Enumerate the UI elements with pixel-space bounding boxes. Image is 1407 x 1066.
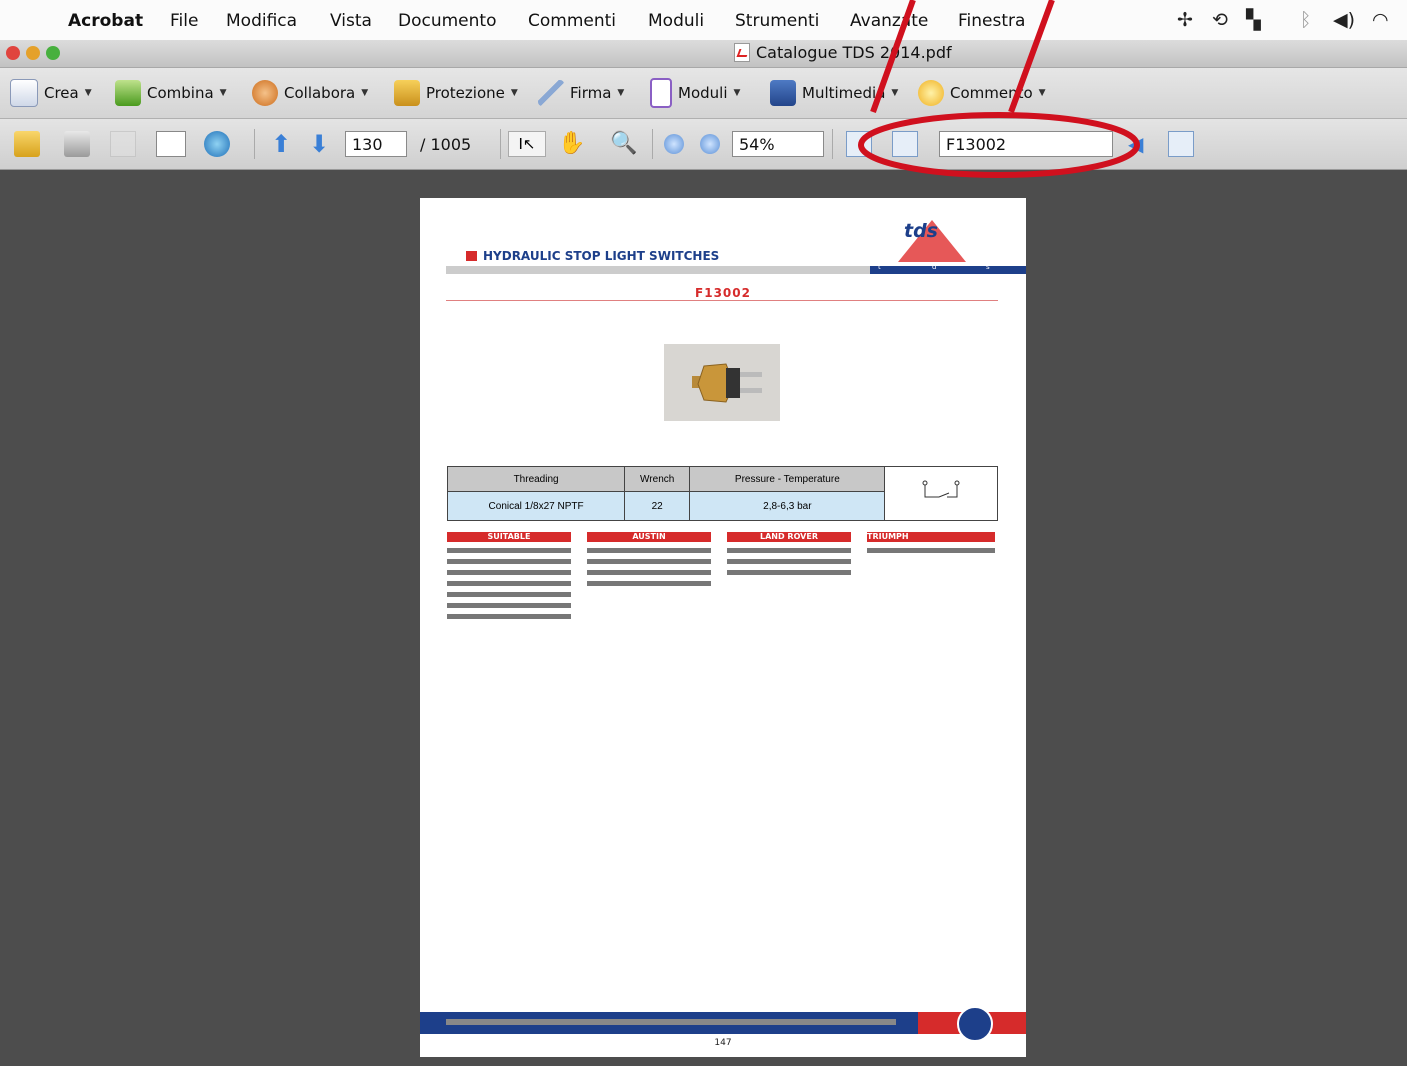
annotation-overlay bbox=[858, 0, 1140, 178]
annotation-line-left bbox=[870, 0, 916, 114]
highlight-ellipse bbox=[858, 112, 1140, 178]
annotation-line-right bbox=[1008, 0, 1055, 114]
